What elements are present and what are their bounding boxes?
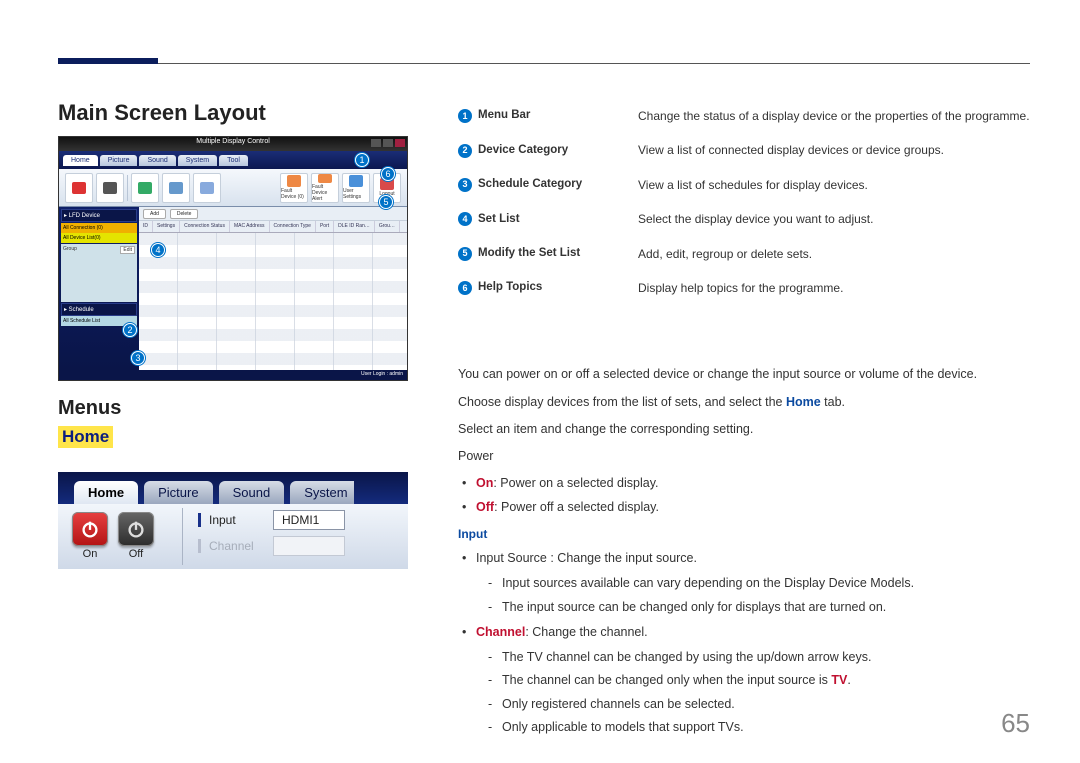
left-column: Main Screen Layout Multiple Display Cont…	[58, 100, 408, 742]
ref-key-2: 2Device Category	[458, 140, 608, 160]
tool-channel[interactable]	[162, 173, 190, 203]
tool-user-settings[interactable]: User Settings	[342, 173, 370, 203]
ref-key-1: 1Menu Bar	[458, 106, 608, 126]
marker-5: 5	[379, 195, 393, 209]
toolbar: Fault Device (0) Fault Device Alert User…	[59, 169, 407, 207]
power-heading: Power	[458, 446, 1030, 467]
menubar-tab-system[interactable]: System	[178, 155, 217, 166]
bullet-channel-sub1: The TV channel can be changed by using t…	[502, 647, 1030, 668]
tab-sound[interactable]: Sound	[219, 481, 285, 504]
marker-1: 1	[355, 153, 369, 167]
bullet-input-source: Input Source : Change the input source.	[476, 548, 1030, 569]
tool-power-on[interactable]	[65, 173, 93, 203]
tab-picture[interactable]: Picture	[144, 481, 212, 504]
tab-system[interactable]: System	[290, 481, 353, 504]
window-titlebar: Multiple Display Control	[59, 137, 407, 151]
sidebar-all-device-list[interactable]: All Device List(0)	[61, 233, 137, 243]
input-label: Input	[209, 513, 265, 527]
page-number: 65	[1001, 708, 1030, 739]
para-2: Choose display devices from the list of …	[458, 392, 1030, 413]
bullet-input-sub2: The input source can be changed only for…	[502, 597, 1030, 618]
sidebar-device-category[interactable]: ▸ LFD Device	[61, 209, 137, 222]
bullet-channel: Channel: Change the channel.	[476, 622, 1030, 643]
sidebar-all-connection[interactable]: All Connection (0)	[61, 223, 137, 233]
para-3: Select an item and change the correspond…	[458, 419, 1030, 440]
sidebar-group-panel: Group Edit	[61, 244, 137, 302]
manual-page: Main Screen Layout Multiple Display Cont…	[0, 0, 1080, 763]
screenshot-main-layout: Multiple Display Control Home Picture So…	[58, 136, 408, 381]
power-off-icon	[118, 512, 154, 546]
ref-desc-1: Change the status of a display device or…	[638, 106, 1030, 126]
delete-button[interactable]: Delete	[170, 209, 198, 219]
set-list-rows	[139, 233, 407, 370]
input-value-dropdown[interactable]: HDMI1	[273, 510, 345, 530]
set-list-area: Add Delete ID Settings Connection Status…	[139, 207, 407, 370]
sidebar-schedule-category[interactable]: ▸ Schedule	[61, 303, 137, 316]
ref-desc-3: View a list of schedules for display dev…	[638, 175, 1030, 195]
para-1: You can power on or off a selected devic…	[458, 364, 1030, 385]
window-buttons	[371, 139, 405, 147]
heading-main-screen-layout: Main Screen Layout	[58, 100, 408, 126]
bullet-channel-sub2: The channel can be changed only when the…	[502, 670, 1030, 691]
menubar-tab-tool[interactable]: Tool	[219, 155, 248, 166]
set-list-controls: Add Delete	[139, 207, 407, 221]
marker-6: 6	[381, 167, 395, 181]
tab-home[interactable]: Home	[74, 481, 138, 504]
marker-3: 3	[131, 351, 145, 365]
window-title: Multiple Display Control	[196, 138, 270, 145]
power-on-button[interactable]: On	[72, 512, 108, 560]
ref-key-6: 6Help Topics	[458, 278, 608, 298]
tool-volume[interactable]	[193, 173, 221, 203]
menubar-tab-sound[interactable]: Sound	[139, 155, 175, 166]
input-subhead: Input	[458, 524, 1030, 544]
statusbar: User Login : admin	[59, 370, 407, 380]
heading-menus: Menus	[58, 397, 408, 420]
marker-2: 2	[123, 323, 137, 337]
power-off-button[interactable]: Off	[118, 512, 154, 560]
add-button[interactable]: Add	[143, 209, 166, 219]
menubar-tab-picture[interactable]: Picture	[100, 155, 138, 166]
tool-input[interactable]	[131, 173, 159, 203]
screenshot-home-tab: Home Picture Sound System On	[58, 472, 408, 569]
top-accent	[58, 58, 158, 64]
tool-fault-device[interactable]: Fault Device (0)	[280, 173, 308, 203]
ref-desc-2: View a list of connected display devices…	[638, 140, 1030, 160]
sidebar: ▸ LFD Device All Connection (0) All Devi…	[59, 207, 139, 370]
top-rule	[58, 63, 1030, 64]
input-field-row: Input HDMI1	[198, 510, 408, 530]
ref-desc-4: Select the display device you want to ad…	[638, 209, 1030, 229]
channel-label: Channel	[209, 539, 265, 553]
sidebar-edit-button[interactable]: Edit	[120, 246, 135, 254]
marker-4: 4	[151, 243, 165, 257]
ref-key-5: 5Modify the Set List	[458, 244, 608, 264]
reference-table: 1Menu Bar Change the status of a display…	[458, 100, 1030, 298]
power-on-icon	[72, 512, 108, 546]
heading-home: Home	[58, 426, 113, 448]
ref-desc-6: Display help topics for the programme.	[638, 278, 1030, 298]
ref-desc-5: Add, edit, regroup or delete sets.	[638, 244, 1030, 264]
ref-key-3: 3Schedule Category	[458, 175, 608, 195]
bullet-off: Off: Power off a selected display.	[476, 497, 1030, 518]
bullet-input-sub1: Input sources available can vary dependi…	[502, 573, 1030, 594]
bullet-on: On: Power on a selected display.	[476, 473, 1030, 494]
bullet-channel-sub4: Only applicable to models that support T…	[502, 717, 1030, 738]
bullet-channel-sub3: Only registered channels can be selected…	[502, 694, 1030, 715]
tool-fault-alert[interactable]: Fault Device Alert	[311, 173, 339, 203]
home-tabs: Home Picture Sound System	[74, 478, 408, 504]
right-column: 1Menu Bar Change the status of a display…	[458, 100, 1030, 742]
content: Main Screen Layout Multiple Display Cont…	[58, 100, 1030, 742]
channel-field-row: Channel	[198, 536, 408, 556]
set-list-header: ID Settings Connection Status MAC Addres…	[139, 221, 407, 233]
ref-key-4: 4Set List	[458, 209, 608, 229]
channel-value	[273, 536, 345, 556]
tool-power-off[interactable]	[96, 173, 124, 203]
menubar-tab-home[interactable]: Home	[63, 155, 98, 166]
